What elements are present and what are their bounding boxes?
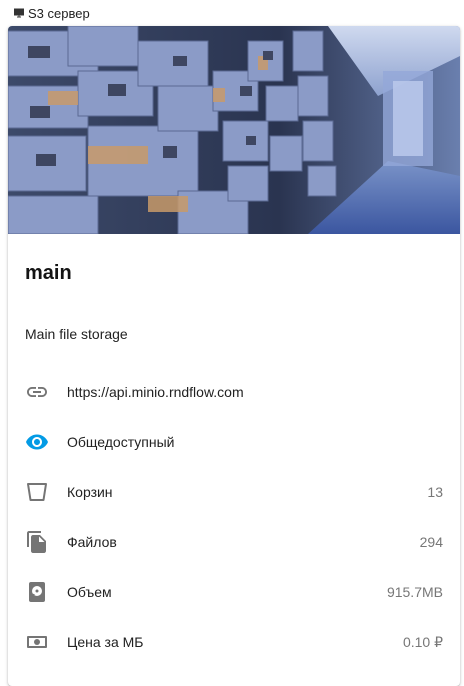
row-files: Файлов 294 bbox=[8, 517, 460, 567]
header: S3 сервер bbox=[0, 0, 464, 26]
row-visibility: Общедоступный bbox=[8, 417, 460, 467]
visibility-label: Общедоступный bbox=[67, 434, 175, 450]
link-icon bbox=[25, 380, 49, 404]
files-count: 294 bbox=[419, 534, 443, 550]
files-label: Файлов bbox=[67, 534, 117, 550]
buckets-count: 13 bbox=[427, 484, 443, 500]
row-size: Объем 915.7MB bbox=[8, 567, 460, 617]
bucket-icon bbox=[25, 480, 49, 504]
header-label: S3 сервер bbox=[28, 5, 90, 21]
cash-icon bbox=[25, 630, 49, 654]
storage-card[interactable]: main Main file storage https://api.minio… bbox=[8, 26, 460, 686]
buckets-label: Корзин bbox=[67, 484, 113, 500]
price-value: 0.10 ₽ bbox=[402, 633, 443, 650]
eye-icon bbox=[25, 430, 49, 454]
size-label: Объем bbox=[67, 584, 112, 600]
row-price: Цена за МБ 0.10 ₽ bbox=[8, 617, 460, 667]
size-value: 915.7MB bbox=[386, 584, 443, 600]
price-label: Цена за МБ bbox=[67, 634, 144, 650]
row-buckets: Корзин 13 bbox=[8, 467, 460, 517]
files-copy-icon bbox=[25, 530, 49, 554]
url-label[interactable]: https://api.minio.rndflow.com bbox=[67, 384, 244, 400]
row-url[interactable]: https://api.minio.rndflow.com bbox=[8, 367, 460, 417]
harddisk-icon bbox=[25, 580, 49, 604]
card-description: Main file storage bbox=[25, 326, 128, 342]
storage-hero-image bbox=[8, 26, 460, 234]
monitor-icon bbox=[12, 7, 25, 20]
card-title: main bbox=[25, 262, 72, 284]
